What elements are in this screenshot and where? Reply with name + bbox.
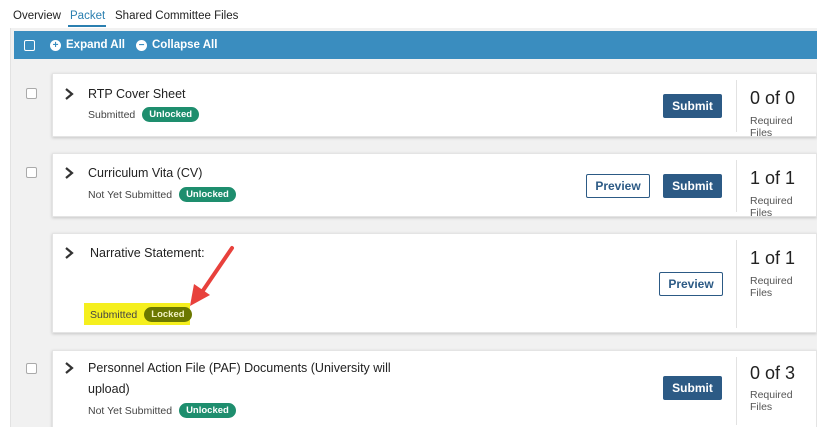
file-count: 1 of 1 (750, 248, 796, 268)
chevron-right-icon[interactable] (62, 246, 76, 260)
divider (736, 160, 737, 212)
unlocked-badge: Unlocked (142, 107, 200, 122)
tab-bar: Overview Packet Shared Committee Files (0, 0, 817, 28)
tab-shared-committee-files[interactable]: Shared Committee Files (115, 10, 238, 22)
active-tab-indicator (68, 25, 106, 27)
item-status: Not Yet Submitted Unlocked (88, 187, 236, 202)
item-title: Curriculum Vita (CV) (88, 166, 203, 180)
minus-circle-icon: − (136, 39, 147, 51)
status-text: Not Yet Submitted (88, 404, 173, 417)
collapse-all-label: Collapse All (152, 39, 218, 51)
unlocked-badge: Unlocked (179, 187, 236, 202)
file-count: 0 of 0 (750, 88, 796, 108)
expand-all-button[interactable]: + Expand All (50, 37, 125, 53)
collapse-all-button[interactable]: − Collapse All (136, 37, 217, 53)
preview-button[interactable]: Preview (659, 272, 723, 296)
divider (736, 240, 737, 328)
submit-button[interactable]: Submit (663, 94, 722, 118)
expand-all-label: Expand All (66, 39, 125, 51)
row-checkbox-paf-documents[interactable] (26, 363, 37, 374)
submit-button[interactable]: Submit (663, 174, 722, 198)
divider (736, 80, 737, 132)
required-files-label: Required Files (750, 195, 793, 219)
chevron-right-icon[interactable] (62, 361, 76, 375)
preview-button[interactable]: Preview (586, 174, 650, 198)
file-count: 0 of 3 (750, 363, 796, 383)
packet-toolbar: + Expand All − Collapse All (14, 31, 817, 59)
item-title-line2: upload) (88, 382, 130, 396)
required-files-label: Required Files (750, 115, 793, 139)
select-all-checkbox[interactable] (24, 40, 35, 51)
packet-item-narrative-statement: Narrative Statement: Submitted Locked Pr… (52, 233, 817, 333)
row-checkbox-curriculum-vita[interactable] (26, 167, 37, 178)
packet-item-paf-documents: Personnel Action File (PAF) Documents (U… (52, 350, 817, 427)
packet-item-curriculum-vita: Curriculum Vita (CV) Not Yet Submitted U… (52, 153, 817, 219)
required-files-label: Required Files (750, 389, 793, 413)
chevron-right-icon[interactable] (62, 87, 76, 101)
annotation-arrow-icon (190, 246, 234, 306)
chevron-right-icon[interactable] (62, 166, 76, 180)
status-text: Not Yet Submitted (88, 188, 173, 201)
required-files-label: Required Files (750, 275, 793, 299)
submit-button[interactable]: Submit (663, 376, 722, 400)
file-count: 1 of 1 (750, 168, 796, 188)
packet-item-rtp-cover-sheet: RTP Cover Sheet Submitted Unlocked Submi… (52, 73, 817, 139)
row-checkbox-rtp-cover-sheet[interactable] (26, 88, 37, 99)
item-title-line1: Personnel Action File (PAF) Documents (U… (88, 361, 391, 375)
status-text: Submitted (90, 308, 138, 321)
item-status: Submitted Locked (90, 307, 192, 322)
tab-overview[interactable]: Overview (13, 10, 61, 22)
divider (736, 357, 737, 425)
status-text: Submitted (88, 108, 136, 121)
item-status: Submitted Unlocked (88, 107, 200, 122)
item-status: Not Yet Submitted Unlocked (88, 403, 236, 418)
tab-packet[interactable]: Packet (70, 10, 105, 22)
unlocked-badge: Unlocked (179, 403, 236, 418)
item-title: RTP Cover Sheet (88, 87, 186, 101)
plus-circle-icon: + (50, 39, 61, 51)
